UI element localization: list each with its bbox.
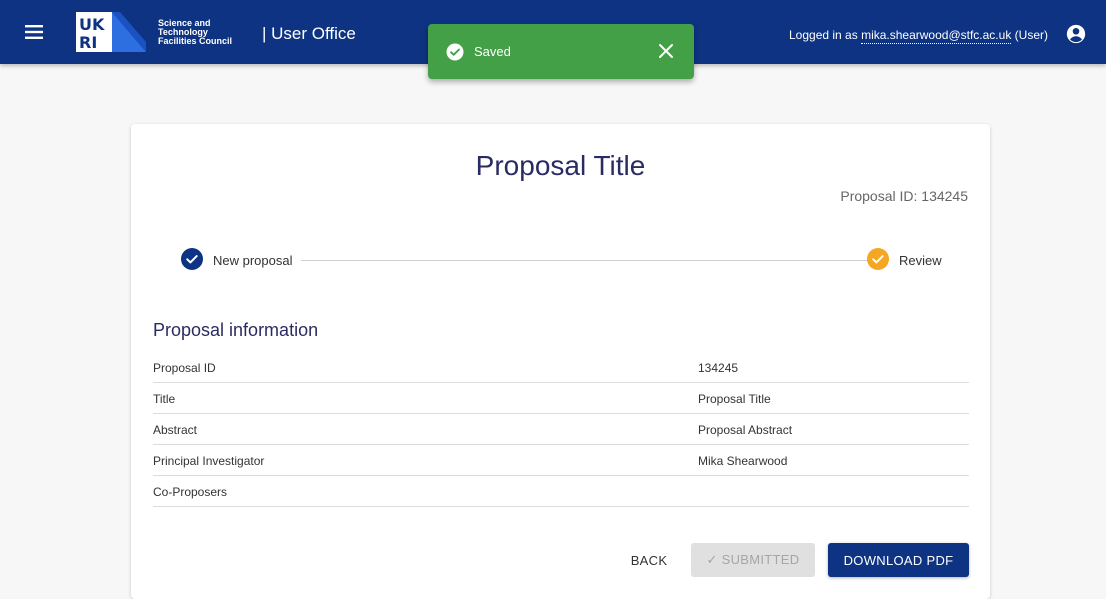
account-circle-icon[interactable]	[1065, 23, 1087, 45]
table-row: Abstract Proposal Abstract	[153, 414, 969, 445]
proposal-info-table: Proposal ID 134245 Title Proposal Title …	[153, 352, 969, 507]
row-key: Principal Investigator	[153, 454, 265, 468]
table-row: Proposal ID 134245	[153, 352, 969, 383]
user-email-link[interactable]: mika.shearwood@stfc.ac.uk	[861, 28, 1012, 44]
table-row: Title Proposal Title	[153, 383, 969, 414]
step-review-check-icon	[867, 248, 889, 270]
svg-text:UK: UK	[79, 15, 105, 34]
table-row: Principal Investigator Mika Shearwood	[153, 445, 969, 476]
hamburger-menu-icon[interactable]	[24, 22, 44, 42]
user-role: (User)	[1014, 28, 1048, 42]
download-pdf-button[interactable]: DOWNLOAD PDF	[828, 543, 969, 577]
back-button[interactable]: BACK	[617, 543, 681, 577]
row-key: Title	[153, 392, 176, 406]
row-value: Mika Shearwood	[698, 454, 788, 468]
row-key: Co-Proposers	[153, 485, 228, 499]
step-complete-check-icon	[181, 248, 203, 270]
snackbar-message: Saved	[474, 44, 511, 59]
proposal-title: Proposal Title	[475, 150, 646, 181]
submitted-button[interactable]: ✓ SUBMITTED	[691, 543, 815, 577]
proposal-stepper: New proposal Review	[181, 248, 942, 274]
logged-in-status: Logged in as mika.shearwood@stfc.ac.uk (…	[789, 28, 1048, 44]
stepper-connector	[301, 260, 876, 261]
svg-text:RI: RI	[79, 33, 97, 52]
proposal-card: Proposal Title Proposal ID: 134245 New p…	[131, 124, 990, 599]
row-value: 134245	[698, 361, 739, 375]
row-value: Proposal Title	[698, 392, 771, 406]
table-row: Co-Proposers	[153, 476, 969, 507]
row-value: Proposal Abstract	[698, 423, 793, 437]
close-icon[interactable]	[656, 41, 676, 61]
saved-snackbar: Saved	[428, 24, 694, 79]
app-title: | User Office	[262, 24, 356, 43]
row-key: Proposal ID	[153, 361, 216, 375]
check-circle-icon	[446, 43, 464, 61]
ukri-logo: UK RI	[76, 12, 146, 52]
logged-in-prefix: Logged in as	[789, 28, 858, 42]
action-bar: BACK ✓ SUBMITTED DOWNLOAD PDF	[131, 543, 990, 577]
row-key: Abstract	[153, 423, 198, 437]
proposal-id-label: Proposal ID: 134245	[840, 188, 968, 204]
step-label-review[interactable]: Review	[899, 253, 942, 268]
section-title: Proposal information	[153, 320, 319, 340]
organisation-name: Science and Technology Facilities Counci…	[158, 18, 233, 46]
step-label-new-proposal[interactable]: New proposal	[213, 253, 293, 268]
